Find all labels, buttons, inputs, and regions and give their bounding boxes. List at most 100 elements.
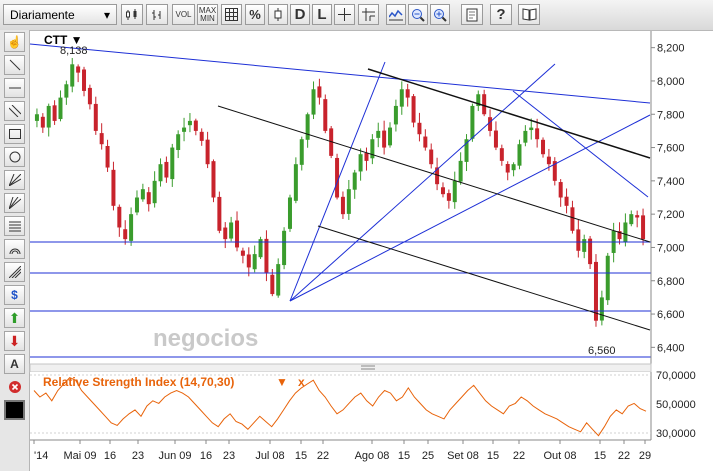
price-tick-label: 7,800 [657,109,685,121]
date-tick-label: 23 [132,450,144,462]
candle-body [99,133,104,145]
candle-body [176,134,181,151]
price-tick-label: 7,600 [657,143,685,155]
candle-body [111,169,116,206]
candle-body [458,160,463,182]
date-tick-label: 15 [398,450,410,462]
price-tick-label: 6,600 [657,309,685,321]
candle-body [87,87,92,105]
rsi-close-icon[interactable]: x [298,375,305,389]
candle-body [382,130,387,148]
date-tick-label: 29 [639,450,651,462]
candle-body [452,180,457,203]
candle-body [264,238,269,273]
candle-body [34,114,39,121]
candle-body [129,214,134,241]
candle-body [235,220,240,248]
date-axis: '14 Mai 09 16 23 Jun 09 16 23 Jul 08 15 22 Ago 08 1… [33,440,651,462]
date-tick-label: 15 [594,450,606,462]
candle-body [70,64,75,87]
date-tick-label: Set 08 [447,450,479,462]
candle-body [558,182,563,198]
date-tick-label: 25 [422,450,434,462]
candle-body [305,114,310,140]
candle-body [523,130,528,143]
candle-body [287,197,292,229]
price-chart: negocios CTT ▼ 8,138 6,560 8,2008,0007,8… [29,31,696,462]
date-tick-label: 22 [618,450,630,462]
candle-body [535,128,540,140]
candle-body [352,172,357,190]
candle-body [641,215,646,240]
date-tick-label: '14 [34,450,48,462]
candle-body [440,187,445,195]
candle-body [82,69,87,91]
date-tick-label: 15 [487,450,499,462]
candle-body [323,99,328,131]
candle-body [140,189,145,200]
candle-body [541,139,546,155]
main-plot-area [30,31,651,364]
rsi-title: Relative Strength Index (14,70,30) [43,375,234,389]
high-value-label: 8,138 [60,45,88,57]
rsi-axis-50: 50,0000 [656,399,696,411]
date-tick-label: Jun 09 [158,450,191,462]
date-tick-label: 16 [104,450,116,462]
price-tick-label: 7,400 [657,176,685,188]
price-tick-label: 6,800 [657,276,685,288]
date-tick-label: 23 [223,450,235,462]
candle-body [488,117,493,131]
candle-body [417,122,422,135]
candle-body [582,239,587,252]
candle-body [240,250,245,256]
candle-body [511,164,516,171]
rsi-menu-icon[interactable]: ▼ [276,375,288,389]
price-tick-label: 7,000 [657,242,685,254]
candle-body [229,222,234,239]
candle-body [182,127,187,132]
candle-body [529,127,534,131]
candle-body [399,89,404,107]
candle-body [299,139,304,165]
candle-body [170,147,175,180]
candle-body [405,89,410,98]
candle-body [499,148,504,161]
date-tick-label: Ago 08 [355,450,390,462]
candle-body [393,105,398,125]
candle-body [493,130,498,148]
candle-body [576,229,581,251]
price-tick-label: 8,200 [657,43,685,55]
candle-body [388,127,393,146]
candle-body [276,264,281,296]
pane-separator[interactable] [29,363,652,373]
candle-body [193,120,198,131]
candle-body [429,149,434,165]
candle-body [340,196,345,215]
candle-body [376,130,381,138]
watermark-logo: negocios [153,325,258,352]
date-tick-label: Mai 09 [63,450,96,462]
candle-body [599,297,604,321]
candle-body [252,254,257,270]
candle-body [423,136,428,148]
candle-body [117,206,122,228]
candle-body [223,227,228,240]
candle-body [187,120,192,126]
price-tick-label: 6,400 [657,342,685,354]
candle-body [76,66,81,73]
rsi-axis-70: 70,0000 [656,370,696,382]
candle-body [358,154,363,172]
price-axis: 8,200 8,000 7,800 7,600 7,400 7,200 7,000 6,800… [651,43,685,354]
rsi-axis-30: 30,0000 [656,428,696,440]
candle-body [40,116,45,128]
candle-body [270,274,275,295]
date-tick-label: Out 08 [543,450,576,462]
candle-body [64,84,69,98]
candle-body [146,192,151,205]
candle-body [546,156,551,165]
candle-body [105,146,110,168]
candle-body [364,153,369,161]
price-tick-label: 7,200 [657,209,685,221]
candle-body [593,261,598,321]
candle-body [470,105,475,139]
